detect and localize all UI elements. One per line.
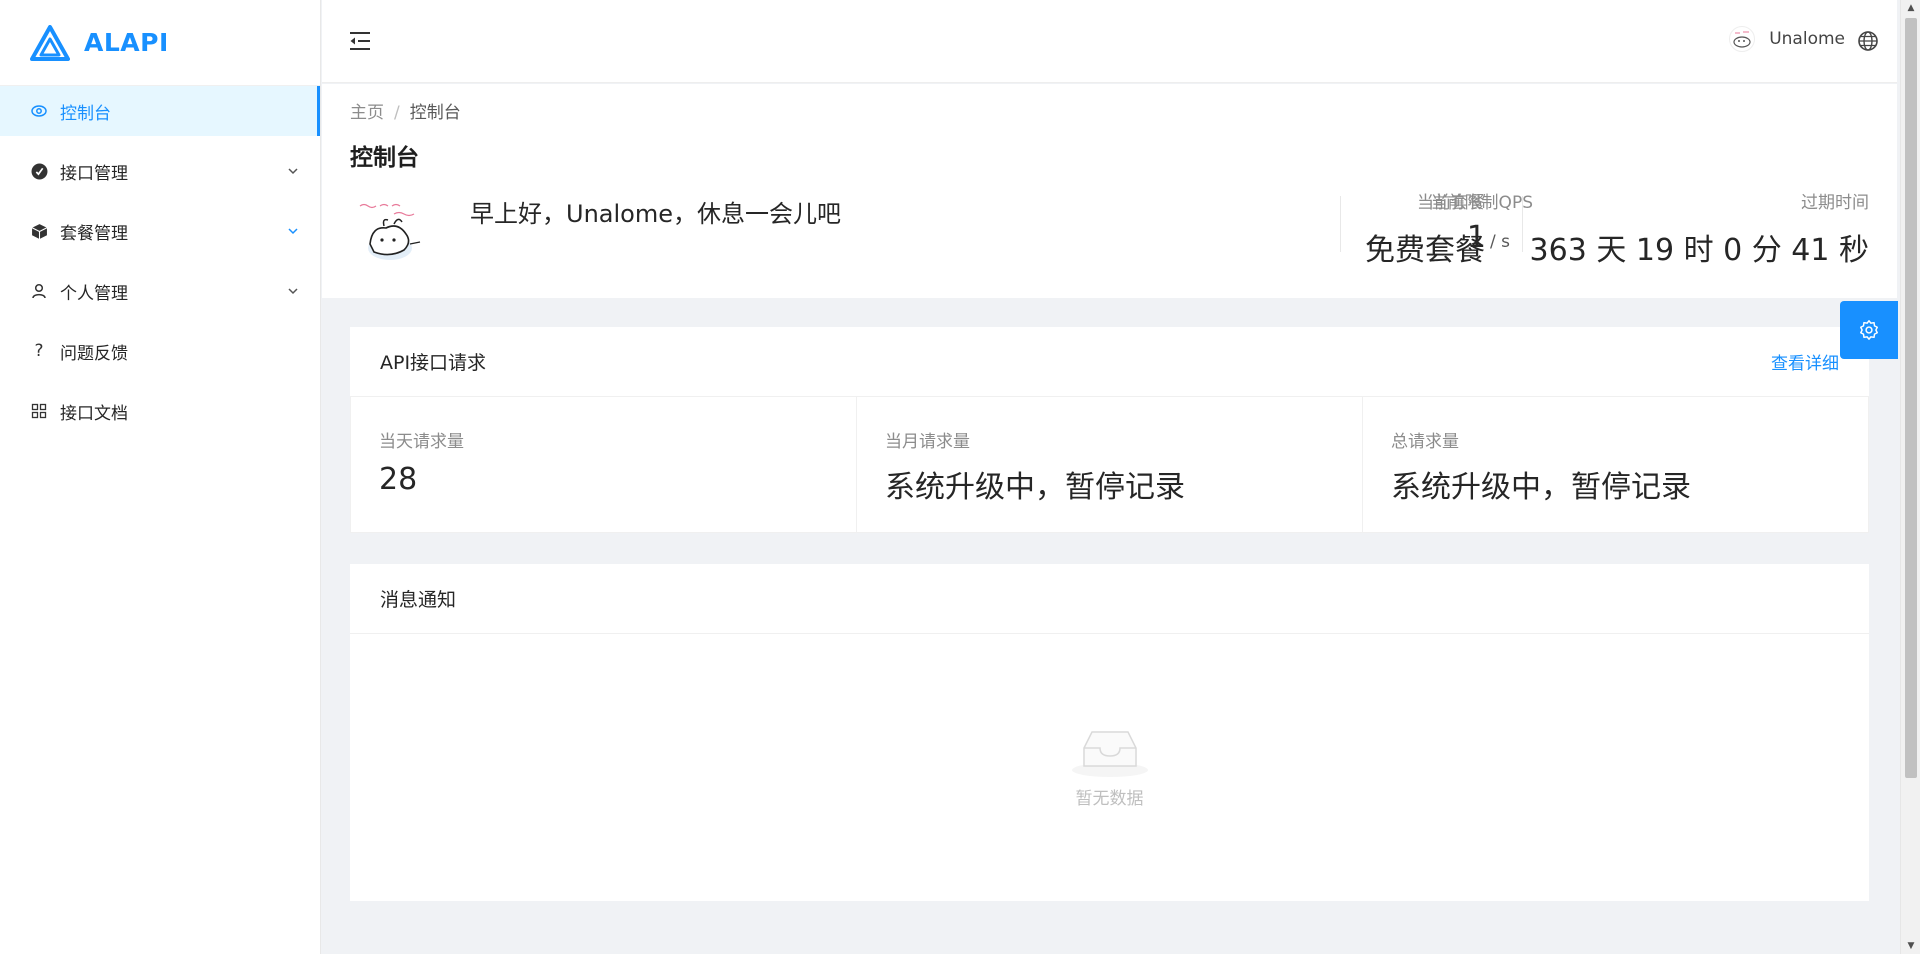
- username: Unalome: [1769, 29, 1845, 49]
- stat-total-requests: 总请求量 系统升级中，暂停记录: [1363, 397, 1868, 532]
- stat-label: 总请求量: [1391, 432, 1459, 452]
- stat-expire-label: 过期时间: [1801, 193, 1869, 213]
- stat-divider: [1340, 196, 1341, 252]
- avatar: [1729, 26, 1756, 52]
- sidebar-item-label: 接口文档: [60, 403, 128, 424]
- sidebar-item-personal-management[interactable]: 个人管理: [0, 266, 320, 316]
- user-avatar-image: [354, 192, 434, 272]
- greeting-text: 早上好，Unalome，休息一会儿吧: [470, 200, 841, 228]
- sidebar-item-label: 控制台: [60, 103, 111, 124]
- settings-drawer-button[interactable]: [1840, 301, 1898, 359]
- card-header: API接口请求 查看详细: [350, 327, 1869, 397]
- sidebar-item-label: 问题反馈: [60, 343, 128, 364]
- gear-icon: [1860, 320, 1878, 340]
- empty-text: 暂无数据: [1075, 789, 1144, 809]
- chevron-down-icon: [288, 168, 298, 175]
- card-header: 消息通知: [350, 564, 1869, 634]
- view-details-link[interactable]: 查看详细: [1771, 349, 1839, 374]
- sidebar-item-feedback[interactable]: ? 问题反馈: [0, 326, 320, 376]
- sidebar-item-label: 接口管理: [60, 163, 128, 184]
- brand-name: ALAPI: [84, 28, 169, 57]
- package-icon: [30, 222, 48, 240]
- sidebar-item-api-management[interactable]: 接口管理: [0, 146, 320, 196]
- card-title: 消息通知: [380, 589, 457, 611]
- dashboard-icon: [30, 102, 48, 120]
- stat-value: 系统升级中，暂停记录: [885, 470, 1185, 505]
- sidebar-item-label: 个人管理: [60, 283, 128, 304]
- notice-card: 消息通知 暂无数据: [350, 564, 1869, 901]
- sidebar-item-api-docs[interactable]: 接口文档: [0, 386, 320, 436]
- request-stats-row: 当天请求量 28 当月请求量 系统升级中，暂停记录 总请求量 系统升级中，暂停记…: [350, 397, 1869, 533]
- breadcrumb-separator: /: [394, 103, 400, 123]
- stat-expire: 过期时间 363 天 19 时 0 分 41 秒: [1530, 188, 1869, 269]
- empty-inbox-icon: [1071, 731, 1148, 777]
- stat-qps-value-wrap: . 1/ s: [1360, 188, 1510, 255]
- page-header: 主页 / 控制台 控制台 早上好，Unalome，休息一会儿吧 当前套餐 免费套餐 …: [322, 84, 1897, 298]
- stat-label: 当月请求量: [885, 432, 970, 452]
- stat-divider: [1522, 196, 1523, 252]
- question-icon: ?: [34, 341, 44, 361]
- api-request-card: API接口请求 查看详细 当天请求量 28 当月请求量 系统升级中，暂停记录 总…: [350, 327, 1869, 533]
- scroll-thumb[interactable]: [1905, 18, 1917, 778]
- sidebar-menu: 控制台 接口管理 套餐管理 个人管理 ? 问题反馈 接口文档: [0, 86, 320, 436]
- chevron-down-icon: [288, 228, 298, 235]
- logo[interactable]: ALAPI: [0, 0, 320, 86]
- api-icon: [30, 162, 48, 180]
- chevron-down-icon: [288, 288, 298, 295]
- language-globe-icon[interactable]: [1857, 30, 1879, 52]
- breadcrumb-current: 控制台: [409, 103, 461, 123]
- top-header: Unalome: [322, 0, 1897, 83]
- scroll-down-arrow[interactable]: ▼: [1901, 938, 1920, 954]
- stat-value: 28: [379, 462, 418, 497]
- breadcrumb: 主页 / 控制台: [350, 98, 461, 123]
- user-icon: [30, 282, 48, 300]
- qps-unit: / s: [1490, 232, 1510, 252]
- stat-value: 系统升级中，暂停记录: [1391, 470, 1691, 505]
- stat-month-requests: 当月请求量 系统升级中，暂停记录: [857, 397, 1363, 532]
- sidebar: ALAPI 控制台 接口管理 套餐管理 个人管理 ? 问题反馈 接口文档: [0, 0, 321, 954]
- breadcrumb-home[interactable]: 主页: [350, 103, 384, 123]
- docs-grid-icon: [30, 402, 48, 420]
- sidebar-item-package-management[interactable]: 套餐管理: [0, 206, 320, 256]
- stat-qps-value: 1/ s: [1360, 220, 1510, 255]
- qps-number: 1: [1466, 220, 1486, 255]
- card-title: API接口请求: [380, 352, 487, 374]
- alapi-logo-icon: [30, 24, 70, 61]
- sidebar-item-label: 套餐管理: [60, 223, 128, 244]
- stat-today-requests: 当天请求量 28: [351, 397, 857, 532]
- empty-state: 暂无数据: [350, 634, 1869, 901]
- page-scrollbar[interactable]: ▲ ▼: [1900, 0, 1920, 954]
- sidebar-item-dashboard[interactable]: 控制台: [0, 86, 320, 136]
- scroll-up-arrow[interactable]: ▲: [1901, 0, 1920, 16]
- menu-fold-icon[interactable]: [348, 30, 372, 52]
- page-title: 控制台: [350, 145, 419, 171]
- stat-label: 当天请求量: [379, 432, 464, 452]
- stat-expire-value: 363 天 19 时 0 分 41 秒: [1529, 233, 1869, 268]
- user-menu[interactable]: Unalome: [1729, 26, 1845, 52]
